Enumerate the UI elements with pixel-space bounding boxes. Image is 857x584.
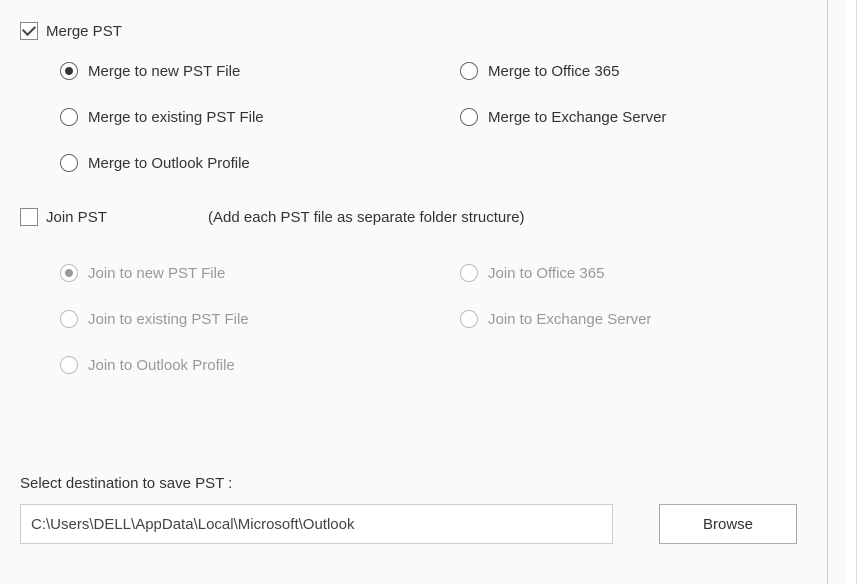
radio-label: Join to Exchange Server bbox=[488, 311, 651, 328]
radio-label: Merge to Office 365 bbox=[488, 63, 619, 80]
join-new-pst-radio: Join to new PST File bbox=[60, 264, 460, 282]
radio-label: Join to Office 365 bbox=[488, 265, 604, 282]
radio-icon bbox=[60, 356, 78, 374]
radio-label: Join to new PST File bbox=[88, 265, 225, 282]
browse-button[interactable]: Browse bbox=[659, 504, 797, 544]
radio-label: Join to existing PST File bbox=[88, 311, 249, 328]
join-exchange-radio: Join to Exchange Server bbox=[460, 310, 807, 328]
join-existing-pst-radio: Join to existing PST File bbox=[60, 310, 460, 328]
merge-pst-checkbox[interactable] bbox=[20, 22, 38, 40]
merge-outlook-profile-radio[interactable]: Merge to Outlook Profile bbox=[60, 154, 460, 172]
merge-pst-label: Merge PST bbox=[46, 23, 122, 40]
destination-label: Select destination to save PST : bbox=[20, 475, 797, 492]
merge-pst-row: Merge PST bbox=[20, 22, 807, 40]
radio-icon bbox=[460, 108, 478, 126]
radio-icon bbox=[60, 264, 78, 282]
join-office365-radio: Join to Office 365 bbox=[460, 264, 807, 282]
join-pst-row: Join PST (Add each PST file as separate … bbox=[20, 208, 807, 226]
join-pst-label: Join PST bbox=[46, 209, 107, 226]
join-pst-hint: (Add each PST file as separate folder st… bbox=[208, 209, 525, 226]
merge-new-pst-radio[interactable]: Merge to new PST File bbox=[60, 62, 460, 80]
merge-existing-pst-radio[interactable]: Merge to existing PST File bbox=[60, 108, 460, 126]
radio-label: Merge to Exchange Server bbox=[488, 109, 666, 126]
destination-path-input[interactable] bbox=[20, 504, 613, 544]
options-panel: Merge PST Merge to new PST File Merge to… bbox=[0, 0, 828, 584]
join-outlook-profile-radio: Join to Outlook Profile bbox=[60, 356, 460, 374]
radio-icon bbox=[60, 108, 78, 126]
merge-options-grid: Merge to new PST File Merge to Office 36… bbox=[60, 62, 807, 172]
radio-label: Join to Outlook Profile bbox=[88, 357, 235, 374]
destination-section: Select destination to save PST : Browse bbox=[20, 475, 797, 544]
merge-office365-radio[interactable]: Merge to Office 365 bbox=[460, 62, 807, 80]
radio-icon bbox=[60, 62, 78, 80]
radio-icon bbox=[60, 154, 78, 172]
radio-label: Merge to existing PST File bbox=[88, 109, 264, 126]
radio-icon bbox=[460, 264, 478, 282]
merge-exchange-radio[interactable]: Merge to Exchange Server bbox=[460, 108, 807, 126]
radio-label: Merge to Outlook Profile bbox=[88, 155, 250, 172]
radio-icon bbox=[460, 310, 478, 328]
radio-label: Merge to new PST File bbox=[88, 63, 240, 80]
right-gutter bbox=[845, 0, 857, 584]
join-pst-checkbox[interactable] bbox=[20, 208, 38, 226]
radio-icon bbox=[460, 62, 478, 80]
destination-row: Browse bbox=[20, 504, 797, 544]
join-options-grid: Join to new PST File Join to Office 365 … bbox=[60, 264, 807, 374]
radio-icon bbox=[60, 310, 78, 328]
